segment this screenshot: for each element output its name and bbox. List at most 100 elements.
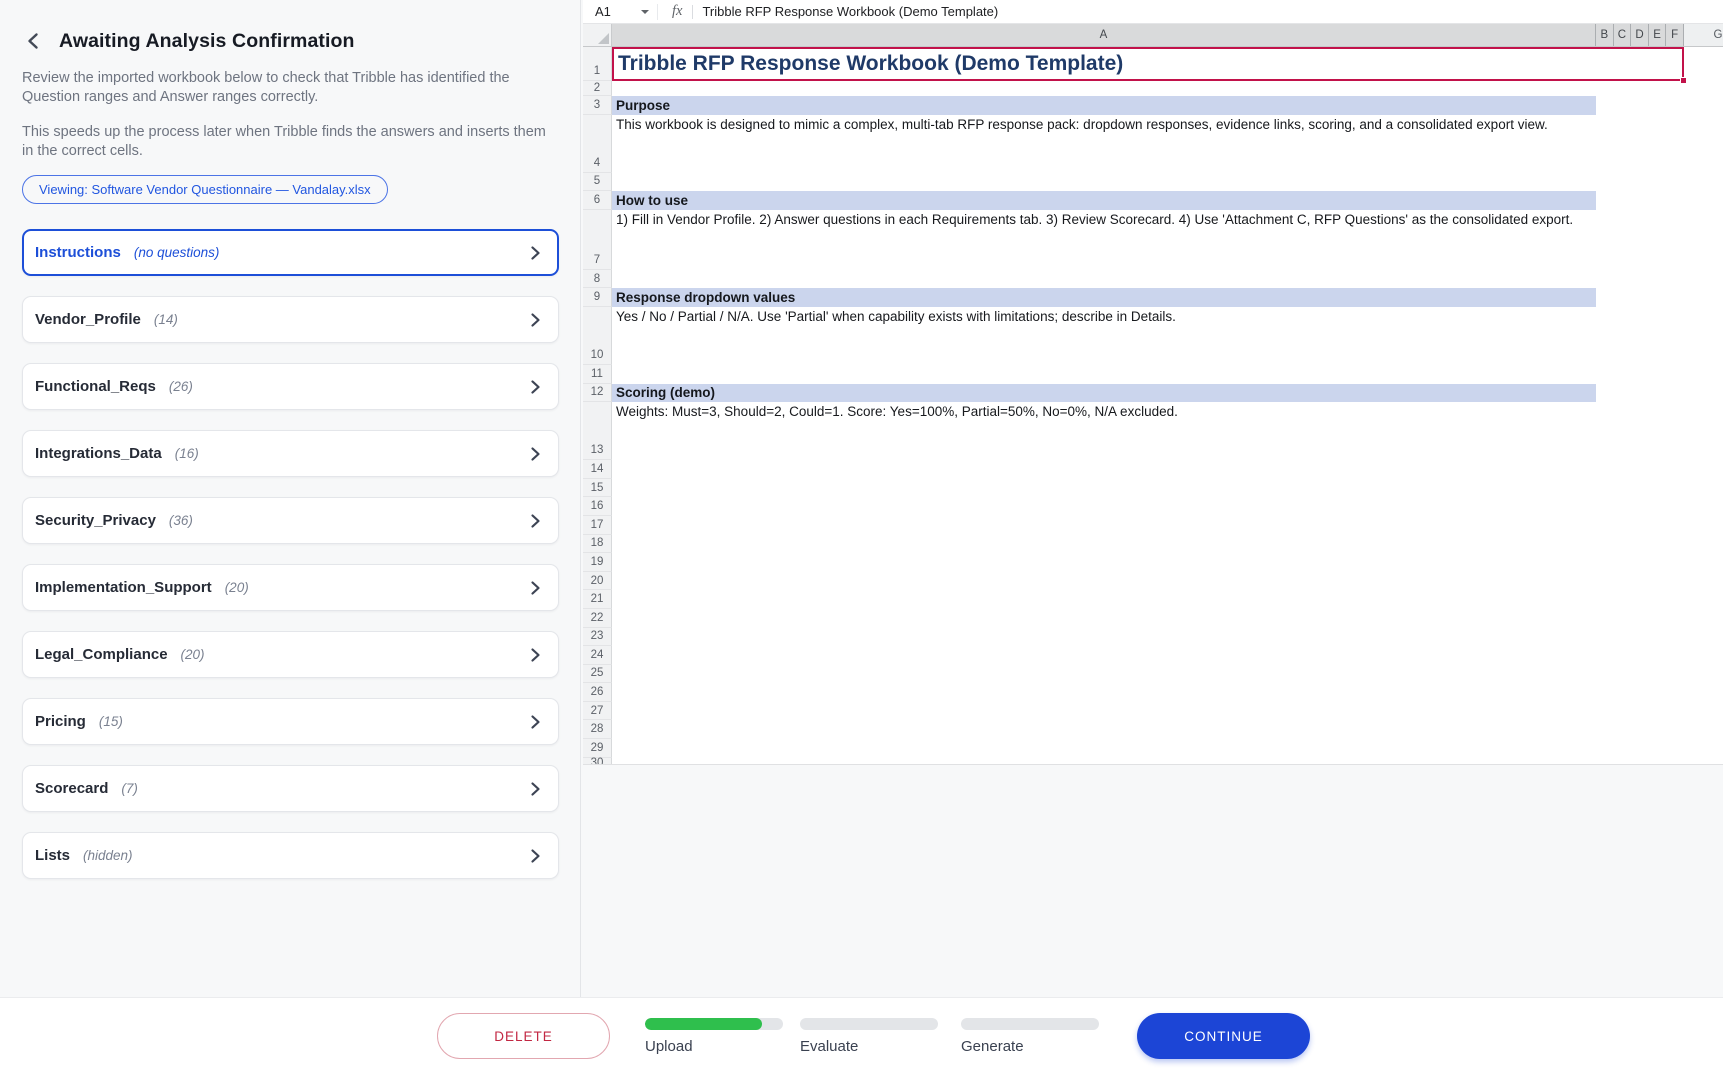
row-header-10[interactable]: 10 (583, 307, 612, 365)
row-header-3[interactable]: 3 (583, 96, 612, 115)
body-text-cell[interactable]: 1) Fill in Vendor Profile. 2) Answer que… (612, 210, 1596, 228)
column-header-b[interactable]: B (1596, 24, 1614, 46)
row-header-22[interactable]: 22 (583, 609, 612, 628)
sheet-tab-functional_reqs[interactable]: Functional_Reqs(26) (22, 363, 559, 410)
row-header-23[interactable]: 23 (583, 628, 612, 647)
chevron-right-icon (529, 580, 542, 596)
column-header-a[interactable]: A (612, 24, 1596, 46)
sheet-tab-integrations_data[interactable]: Integrations_Data(16) (22, 430, 559, 477)
body-text-cell[interactable]: Weights: Must=3, Should=2, Could=1. Scor… (612, 402, 1596, 420)
sheet-tab-pricing[interactable]: Pricing(15) (22, 698, 559, 745)
sheet-tab-label: Vendor_Profile (35, 311, 141, 328)
chevron-right-wrap (529, 312, 542, 328)
row-header-25[interactable]: 25 (583, 665, 612, 684)
sheet-tab-label: Legal_Compliance (35, 646, 168, 663)
row-header-5[interactable]: 5 (583, 173, 612, 192)
row-header-20[interactable]: 20 (583, 572, 612, 591)
row-header-8[interactable]: 8 (583, 270, 612, 289)
row-header-26[interactable]: 26 (583, 683, 612, 702)
panel-header: Awaiting Analysis Confirmation (22, 29, 558, 53)
row-header-19[interactable]: 19 (583, 553, 612, 572)
row-header-15[interactable]: 15 (583, 479, 612, 498)
chevron-right-icon (529, 513, 542, 529)
sheet-row-22: 22 (583, 609, 1723, 628)
chevron-right-icon (529, 245, 542, 261)
section-header-cell[interactable]: Response dropdown values (612, 288, 1596, 307)
row-header-30[interactable]: 30 (583, 758, 612, 765)
column-header-e[interactable]: E (1649, 24, 1667, 46)
body-text-cell[interactable]: This workbook is designed to mimic a com… (612, 115, 1596, 133)
sheet-tab-security_privacy[interactable]: Security_Privacy(36) (22, 497, 559, 544)
row-header-12[interactable]: 12 (583, 384, 612, 403)
row-header-27[interactable]: 27 (583, 702, 612, 721)
sheet-row-2: 2 (583, 81, 1723, 96)
sheet-tab-implementation_support[interactable]: Implementation_Support(20) (22, 564, 559, 611)
sheet-list: Instructions (no questions) Vendor_Profile… (0, 229, 580, 879)
sheet-question-count: (hidden) (83, 848, 133, 863)
column-header-f[interactable]: F (1666, 24, 1684, 46)
row-content-20 (612, 572, 1723, 591)
row-header-16[interactable]: 16 (583, 497, 612, 516)
section-header-cell[interactable]: How to use (612, 191, 1596, 210)
body-text-cell[interactable]: Yes / No / Partial / N/A. Use 'Partial' … (612, 307, 1596, 325)
sheet-question-count: (7) (121, 781, 138, 796)
back-button[interactable] (22, 29, 46, 53)
bottom-bar: DELETE Upload Evaluate Generate CONTINUE (0, 997, 1723, 1080)
name-box-dropdown-icon[interactable] (641, 10, 649, 14)
sheet-question-count: (20) (225, 580, 249, 595)
sheet-row-14: 14 (583, 460, 1723, 479)
row-content-21 (612, 590, 1723, 609)
sheet-tab-scorecard[interactable]: Scorecard(7) (22, 765, 559, 812)
select-all-corner[interactable] (583, 24, 612, 46)
delete-button[interactable]: DELETE (437, 1013, 610, 1059)
sheet-row-11: 11 (583, 365, 1723, 384)
cell-reference: A1 (595, 4, 611, 19)
row-content-19 (612, 553, 1723, 572)
sheet-tab-vendor_profile[interactable]: Vendor_Profile(14) (22, 296, 559, 343)
row-header-9[interactable]: 9 (583, 288, 612, 307)
sheet-question-count: (15) (99, 714, 123, 729)
column-header-c[interactable]: C (1614, 24, 1632, 46)
formula-input[interactable]: Tribble RFP Response Workbook (Demo Temp… (702, 4, 998, 19)
row-header-28[interactable]: 28 (583, 720, 612, 739)
sheet-row-17: 17 (583, 516, 1723, 535)
row-content-17 (612, 516, 1723, 535)
cell-reference-box[interactable]: A1 (583, 0, 657, 23)
row-content-7: 1) Fill in Vendor Profile. 2) Answer que… (612, 210, 1723, 270)
sheet-tab-legal_compliance[interactable]: Legal_Compliance(20) (22, 631, 559, 678)
row-content-14 (612, 460, 1723, 479)
section-header-cell[interactable]: Scoring (demo) (612, 384, 1596, 403)
row-header-4[interactable]: 4 (583, 115, 612, 173)
row-header-24[interactable]: 24 (583, 646, 612, 665)
row-header-14[interactable]: 14 (583, 460, 612, 479)
formula-bar-divider (657, 4, 658, 20)
row-header-18[interactable]: 18 (583, 535, 612, 554)
row-header-29[interactable]: 29 (583, 739, 612, 758)
row-content-8 (612, 270, 1723, 289)
row-header-6[interactable]: 6 (583, 191, 612, 210)
continue-button[interactable]: CONTINUE (1137, 1013, 1310, 1059)
sheet-tab-label: Instructions (35, 244, 121, 261)
chevron-right-icon (529, 848, 542, 864)
row-header-2[interactable]: 2 (583, 81, 612, 96)
sheet-row-16: 16 (583, 497, 1723, 516)
row-header-1[interactable]: 1 (583, 47, 612, 81)
description-paragraph-1: Review the imported workbook below to ch… (22, 69, 549, 106)
row-header-17[interactable]: 17 (583, 516, 612, 535)
sheet-row-15: 15 (583, 479, 1723, 498)
column-header-d[interactable]: D (1631, 24, 1649, 46)
row-header-21[interactable]: 21 (583, 590, 612, 609)
sheet-row-18: 18 (583, 535, 1723, 554)
column-header-g[interactable]: G (1684, 24, 1723, 46)
row-header-11[interactable]: 11 (583, 365, 612, 384)
sheet-tab-instructions[interactable]: Instructions (no questions) (22, 229, 559, 276)
sheet-question-count: (no questions) (134, 245, 220, 260)
row-header-7[interactable]: 7 (583, 210, 612, 270)
selected-cell-a1[interactable]: Tribble RFP Response Workbook (Demo Temp… (612, 47, 1684, 81)
sheet-row-13: 13Weights: Must=3, Should=2, Could=1. Sc… (583, 402, 1723, 460)
section-header-cell[interactable]: Purpose (612, 96, 1596, 115)
row-content-5 (612, 173, 1723, 192)
chevron-right-icon (529, 446, 542, 462)
row-header-13[interactable]: 13 (583, 402, 612, 460)
sheet-tab-lists[interactable]: Lists(hidden) (22, 832, 559, 879)
